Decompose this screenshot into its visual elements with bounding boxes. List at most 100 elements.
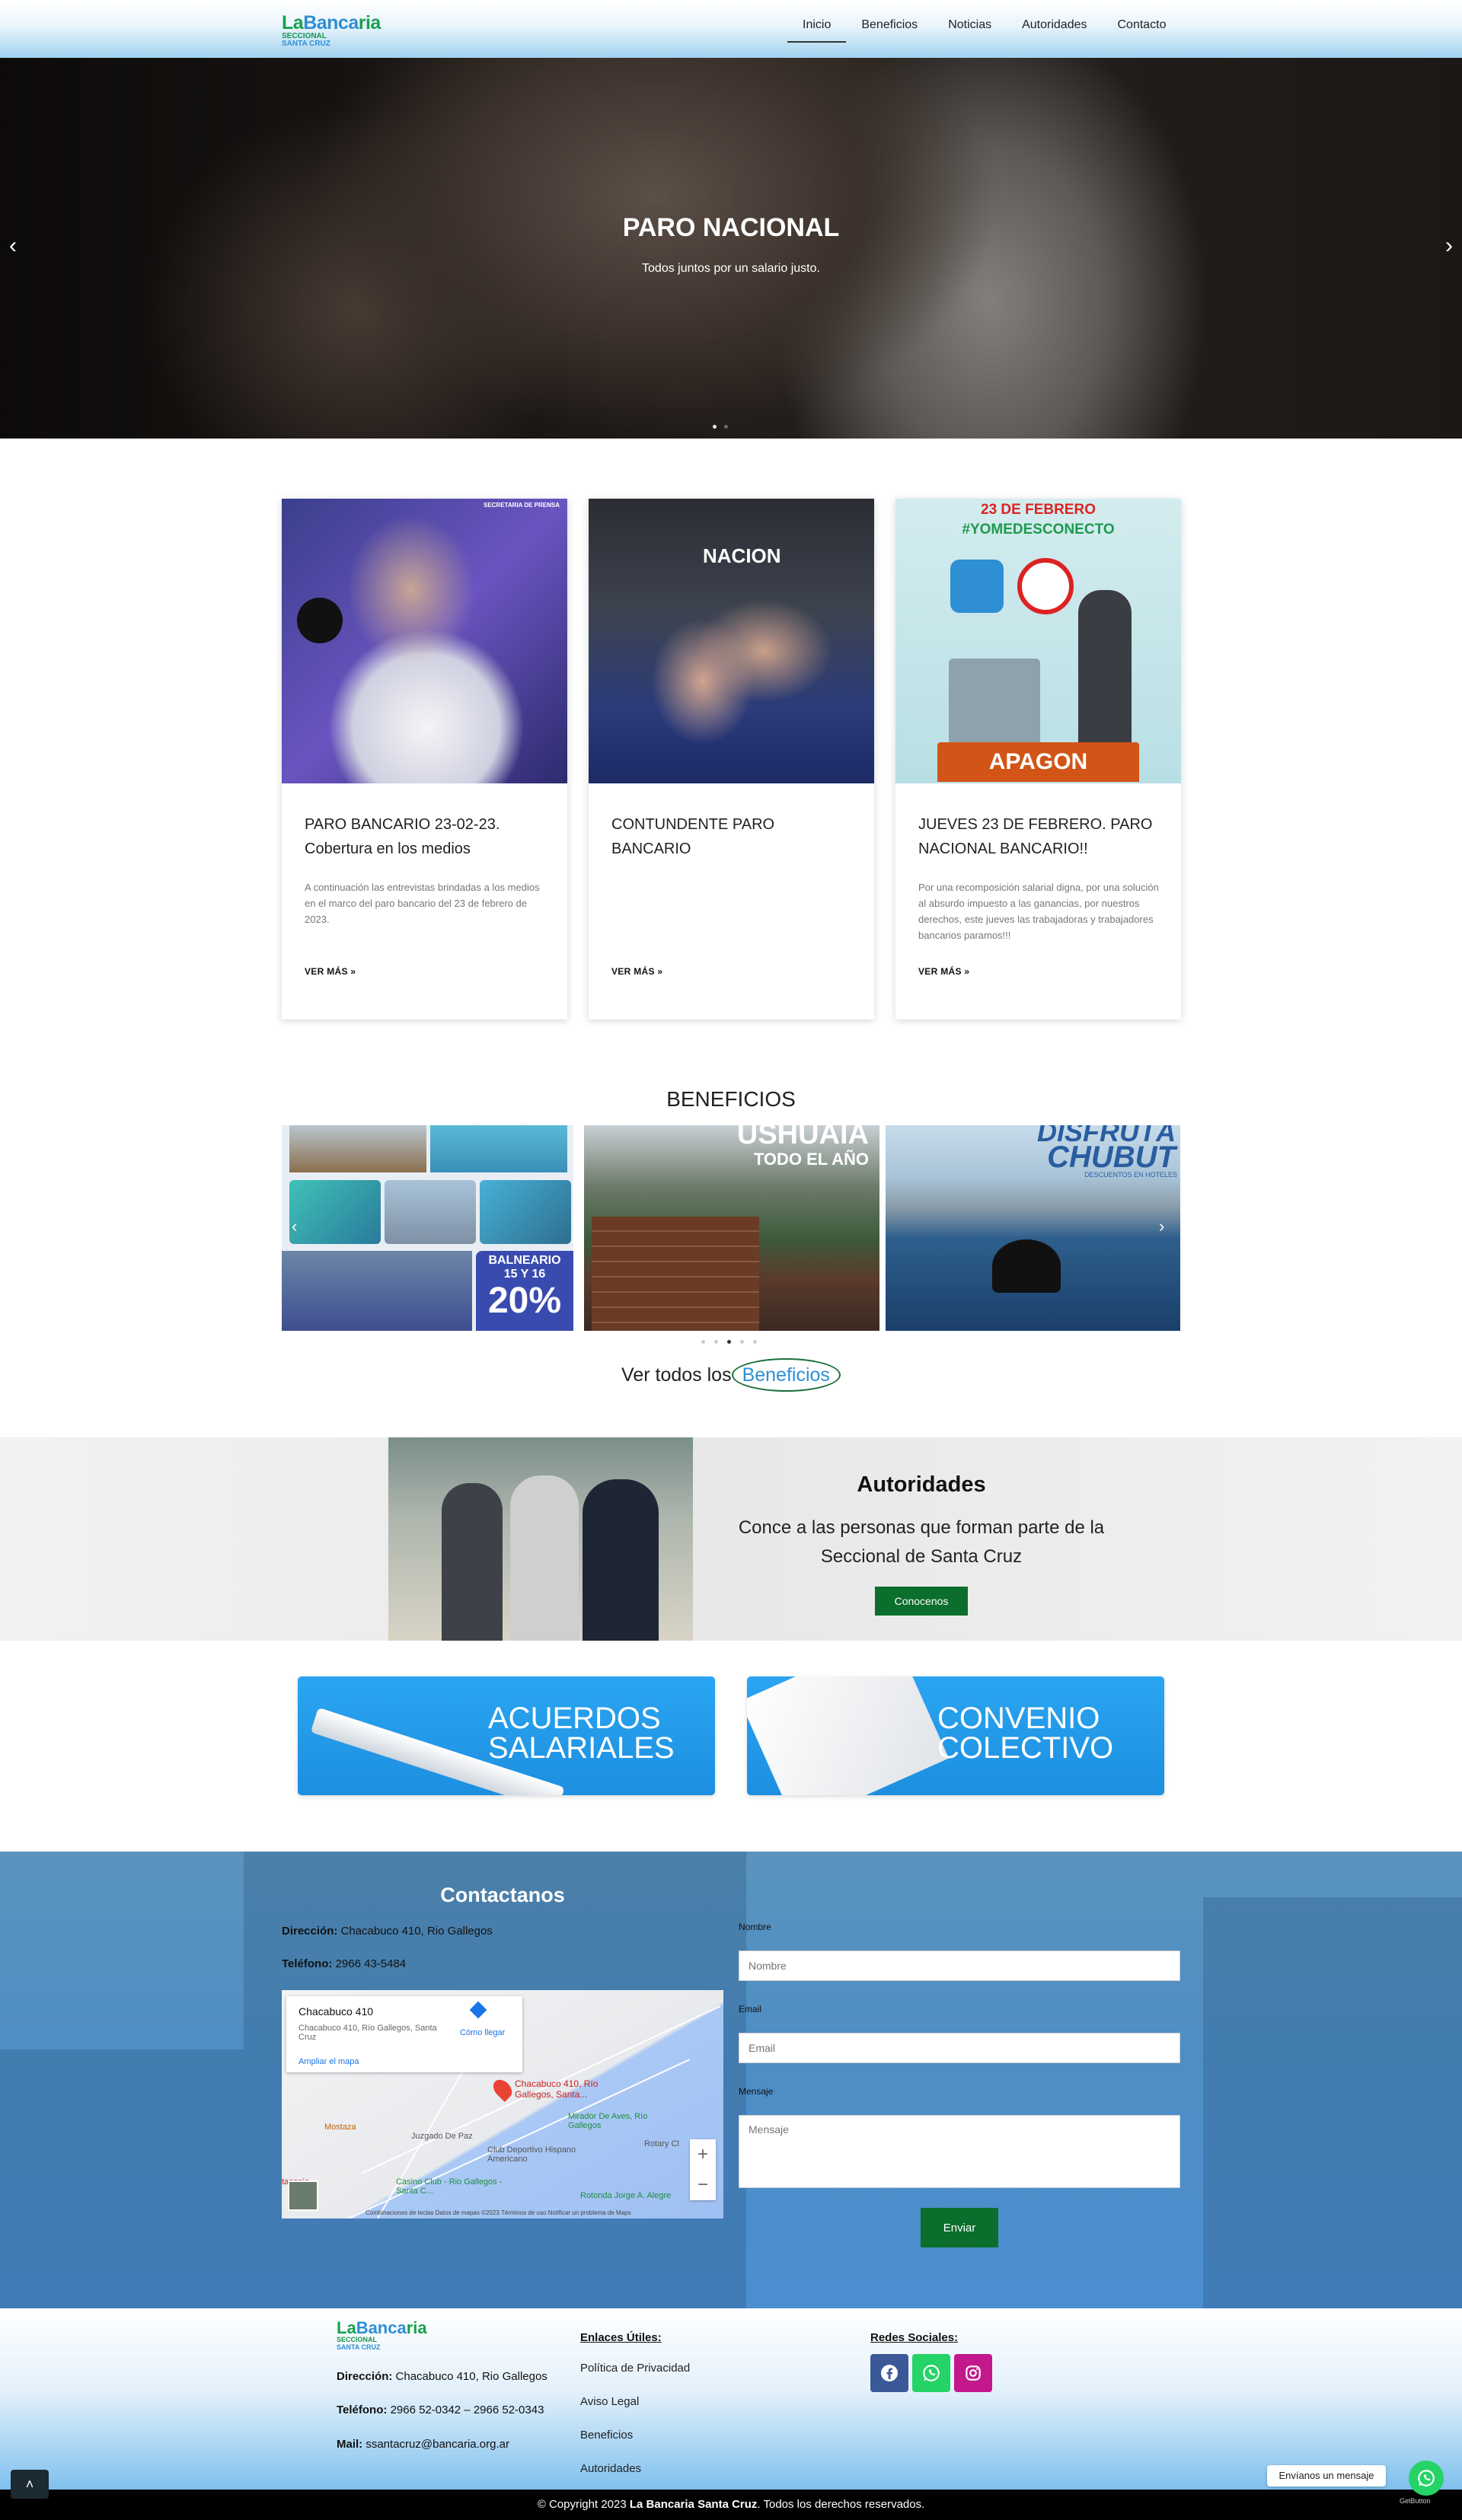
contact-title: Contactanos bbox=[440, 1884, 565, 1906]
benefit-slide[interactable]: USHUAIA TODO EL AÑO bbox=[584, 1125, 879, 1331]
post-excerpt: A continuación las entrevistas brindadas… bbox=[305, 882, 540, 925]
map-layer-thumbnail[interactable] bbox=[288, 2180, 318, 2211]
ver-beneficios-link[interactable]: Beneficios bbox=[731, 1358, 841, 1392]
address-label: Dirección: bbox=[337, 2370, 393, 2383]
read-more-link[interactable]: VER MÁS » bbox=[611, 966, 662, 977]
benefit-slide[interactable]: DISFRUTÁ CHUBUT DESCUENTOS EN HOTELES bbox=[886, 1125, 1180, 1331]
address-value: Chacabuco 410, Rio Gallegos bbox=[340, 1925, 493, 1938]
carousel-dot[interactable] bbox=[753, 1340, 757, 1344]
person-illustration bbox=[1078, 590, 1132, 750]
logo-text-la: La bbox=[337, 2318, 356, 2337]
hero-dot[interactable] bbox=[713, 425, 717, 429]
links-heading: Enlaces Útiles: bbox=[580, 2331, 662, 2344]
nav-noticias[interactable]: Noticias bbox=[933, 17, 1007, 43]
logo-text-ria: ria bbox=[406, 2318, 427, 2337]
getbutton-credit[interactable]: GetButton bbox=[1400, 2497, 1431, 2505]
whatsapp-tooltip[interactable]: Envíanos un mensaje bbox=[1267, 2465, 1386, 2487]
map-poi: Club Deportivo Hispano Americano bbox=[487, 2145, 576, 2164]
post-image[interactable]: NACION bbox=[589, 499, 874, 783]
post-title[interactable]: JUEVES 23 DE FEBRERO. PARO NACIONAL BANC… bbox=[918, 812, 1162, 861]
nav-inicio[interactable]: Inicio bbox=[787, 17, 847, 43]
contact-section: Contactanos Dirección: Chacabuco 410, Ri… bbox=[0, 1852, 1462, 2308]
phone-label: Teléfono: bbox=[337, 2404, 388, 2416]
copyright-brand: La Bancaria Santa Cruz bbox=[629, 2498, 758, 2511]
carousel-dot[interactable] bbox=[740, 1340, 744, 1344]
carousel-dot[interactable] bbox=[727, 1340, 731, 1344]
whale-tail-illustration bbox=[992, 1239, 1061, 1293]
google-map[interactable]: Chacabuco 410 Chacabuco 410, Río Gallego… bbox=[282, 1990, 723, 2219]
post-title[interactable]: CONTUNDENTE PARO BANCARIO bbox=[611, 812, 855, 861]
chevron-left-icon[interactable]: ‹ bbox=[292, 1217, 297, 1236]
chevron-right-icon[interactable]: › bbox=[1445, 234, 1453, 257]
post-title[interactable]: PARO BANCARIO 23-02-23. Cobertura en los… bbox=[305, 812, 548, 861]
link-privacidad[interactable]: Política de Privacidad bbox=[580, 2362, 690, 2375]
footer-logo[interactable]: LaBancaria SECCIONAL SANTA CRUZ bbox=[337, 2318, 428, 2352]
map-directions-link[interactable]: Cómo llegar bbox=[460, 2028, 505, 2037]
instagram-icon[interactable] bbox=[954, 2354, 992, 2392]
map-poi: Juzgado De Paz bbox=[411, 2132, 473, 2141]
message-label: Mensaje bbox=[739, 2086, 774, 2097]
person-figure bbox=[510, 1475, 579, 1641]
benefit-photo bbox=[430, 1125, 567, 1172]
copyright-bar: © Copyright 2023 La Bancaria Santa Cruz.… bbox=[0, 2490, 1462, 2520]
hero-title: PARO NACIONAL bbox=[622, 213, 840, 242]
nav-autoridades[interactable]: Autoridades bbox=[1007, 17, 1102, 43]
contact-address: Dirección: Chacabuco 410, Rio Gallegos bbox=[282, 1925, 493, 1938]
logo-santa-cruz: SANTA CRUZ bbox=[282, 40, 330, 48]
benefit-badge-line: 20% bbox=[487, 1281, 562, 1321]
whatsapp-float-button[interactable] bbox=[1409, 2461, 1444, 2496]
hero-dot[interactable] bbox=[724, 425, 728, 429]
message-field[interactable] bbox=[739, 2115, 1180, 2188]
carousel-dot[interactable] bbox=[701, 1340, 705, 1344]
mail-value[interactable]: ssantacruz@bancaria.org.ar bbox=[366, 2438, 509, 2451]
hero-subtitle: Todos juntos por un salario justo. bbox=[642, 262, 820, 275]
post-image[interactable]: SECRETARIA DE PRENSA bbox=[282, 499, 567, 783]
post-image-caption: NACION bbox=[703, 544, 781, 567]
scroll-to-top-button[interactable]: ˄ bbox=[11, 2470, 49, 2499]
facebook-icon[interactable] bbox=[870, 2354, 908, 2392]
directions-icon[interactable] bbox=[469, 2001, 487, 2019]
map-poi: Mirador De Aves, Río Gallegos bbox=[568, 2112, 648, 2130]
zoom-out-icon[interactable]: − bbox=[690, 2170, 716, 2200]
acuerdos-salariales-button[interactable]: ACUERDOS SALARIALES bbox=[298, 1676, 715, 1795]
benefit-slide[interactable]: BALNEARIO 15 Y 16 20% bbox=[282, 1125, 573, 1331]
carousel-dot[interactable] bbox=[714, 1340, 718, 1344]
chevron-left-icon[interactable]: ‹ bbox=[9, 234, 17, 257]
email-label: Email bbox=[739, 2004, 762, 2014]
map-enlarge-link[interactable]: Ampliar el mapa bbox=[298, 2057, 359, 2066]
send-button[interactable]: Enviar bbox=[921, 2208, 998, 2247]
autoridades-photo bbox=[388, 1437, 693, 1641]
benefit-photo bbox=[385, 1180, 476, 1244]
zoom-in-icon[interactable]: + bbox=[690, 2139, 716, 2170]
nav-contacto[interactable]: Contacto bbox=[1102, 17, 1181, 43]
name-label: Nombre bbox=[739, 1922, 771, 1932]
map-place: Chacabuco 410 bbox=[298, 2005, 374, 2018]
link-autoridades[interactable]: Autoridades bbox=[580, 2462, 641, 2475]
post-card[interactable]: NACION CONTUNDENTE PARO BANCARIO VER MÁS… bbox=[589, 499, 874, 1019]
benefit-title: USHUAIA bbox=[736, 1125, 869, 1150]
email-field[interactable] bbox=[739, 2033, 1180, 2063]
link-aviso-legal[interactable]: Aviso Legal bbox=[580, 2395, 639, 2408]
read-more-link[interactable]: VER MÁS » bbox=[918, 966, 969, 977]
convenio-colectivo-button[interactable]: CONVENIO COLECTIVO bbox=[747, 1676, 1164, 1795]
post-card[interactable]: SECRETARIA DE PRENSA PARO BANCARIO 23-02… bbox=[282, 499, 567, 1019]
post-card[interactable]: 23 DE FEBRERO #YOMEDESCONECTO APAGON JUE… bbox=[895, 499, 1181, 1019]
beneficios-title: BENEFICIOS bbox=[666, 1087, 796, 1111]
name-field[interactable] bbox=[739, 1951, 1180, 1981]
chevron-right-icon[interactable]: › bbox=[1159, 1217, 1164, 1236]
benefit-photo bbox=[289, 1180, 381, 1244]
map-poi: Rotary Cl bbox=[644, 2139, 679, 2148]
hero-slider: PARO NACIONAL Todos juntos por un salari… bbox=[0, 58, 1462, 439]
whatsapp-icon[interactable] bbox=[912, 2354, 950, 2392]
site-logo[interactable]: LaBancaria SECCIONAL SANTA CRUZ bbox=[282, 14, 390, 48]
conocenos-button[interactable]: Conocenos bbox=[875, 1587, 968, 1616]
post-image-tag: #YOMEDESCONECTO bbox=[962, 522, 1115, 537]
map-zoom-controls[interactable]: + − bbox=[690, 2139, 716, 2200]
post-image[interactable]: 23 DE FEBRERO #YOMEDESCONECTO APAGON bbox=[895, 499, 1181, 783]
microphone-icon bbox=[297, 598, 343, 643]
nav-beneficios[interactable]: Beneficios bbox=[846, 17, 933, 43]
read-more-link[interactable]: VER MÁS » bbox=[305, 966, 356, 977]
person-figure bbox=[442, 1483, 503, 1641]
benefit-subtitle: CHUBUT bbox=[1047, 1140, 1176, 1174]
link-beneficios[interactable]: Beneficios bbox=[580, 2429, 633, 2442]
